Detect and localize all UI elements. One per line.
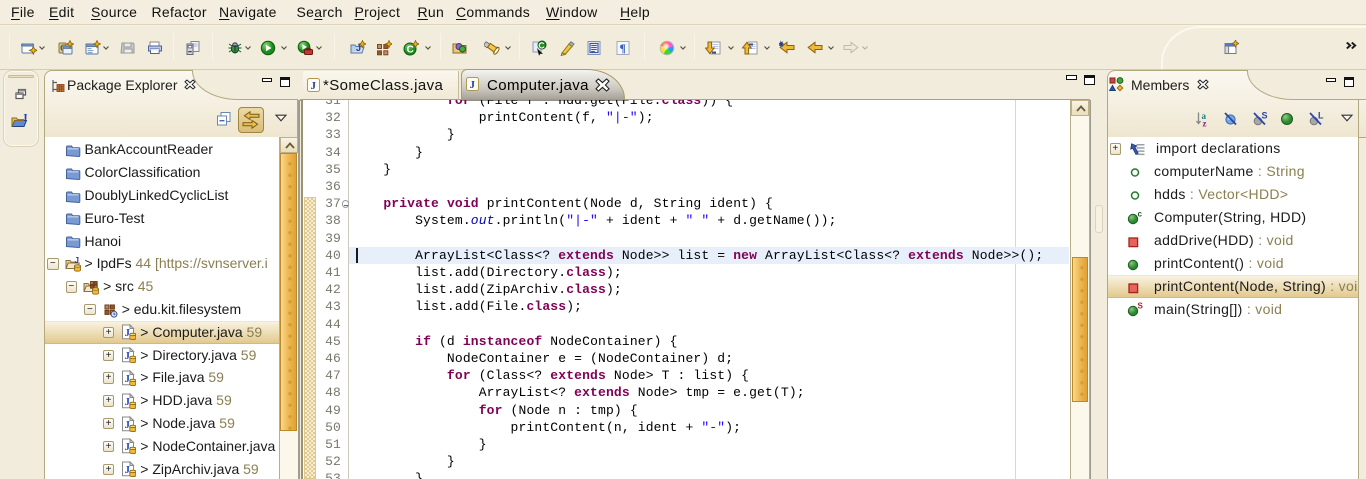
svg-text:c: c xyxy=(1138,210,1143,219)
svg-text:S: S xyxy=(1261,111,1267,121)
svg-text:S: S xyxy=(1138,302,1144,311)
svg-text:J: J xyxy=(311,80,317,92)
svg-text:J: J xyxy=(470,79,476,91)
svg-text:J: J xyxy=(74,256,78,265)
svg-text:¶: ¶ xyxy=(619,41,625,55)
svg-text:L: L xyxy=(1318,111,1324,121)
svg-text:C: C xyxy=(407,45,414,56)
svg-text:z: z xyxy=(1202,119,1206,128)
